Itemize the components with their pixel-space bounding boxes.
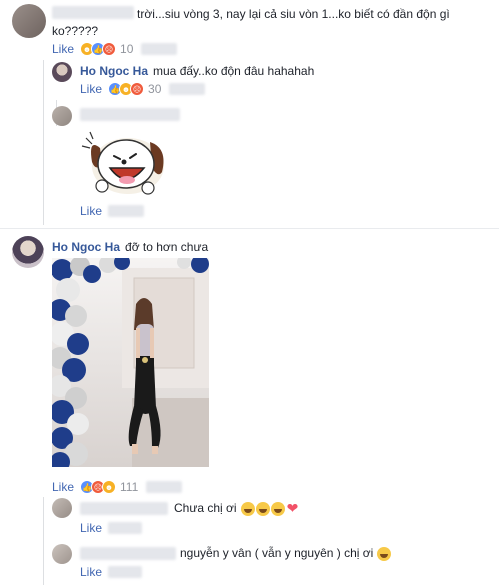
comment-actions: Like	[80, 564, 143, 580]
like-button[interactable]: Like	[52, 480, 74, 494]
redacted-time	[108, 566, 143, 578]
reply-thread-line	[43, 60, 44, 225]
comment-actions: Like	[80, 203, 145, 219]
angry-icon: ☹	[102, 42, 117, 56]
comment-actions: Like 👍 ☹ ☻ 111	[52, 479, 183, 495]
reply-body: Chưa chị ơi ❤	[174, 501, 298, 516]
reply-body: Ho Ngoc Ha mua đấy..ko độn đâu hahahah	[80, 64, 314, 79]
reply-body: nguyễn y vân ( vẫn y nguyên ) chị ơi	[180, 546, 392, 561]
redacted-name	[80, 108, 180, 121]
reaction-count: 10	[120, 42, 134, 56]
redacted-name	[80, 547, 176, 560]
redacted-time	[146, 481, 183, 493]
author-name[interactable]: Ho Ngoc Ha	[52, 240, 120, 254]
redacted-time	[108, 522, 143, 534]
avatar[interactable]	[12, 236, 44, 268]
laughing-dog-sticker	[78, 128, 170, 200]
comment-text: mua đấy..ko độn đâu hahahah	[153, 64, 315, 78]
laughing-tears-emoji	[377, 546, 392, 561]
comment-text: nguyễn y vân ( vẫn y nguyên ) chị ơi	[180, 546, 374, 560]
reaction-count: 111	[120, 480, 139, 494]
avatar[interactable]	[52, 62, 72, 82]
redacted-name	[80, 502, 168, 515]
comment-photo[interactable]	[52, 258, 209, 467]
reaction-count: 30	[148, 82, 162, 96]
comment-text-line2: ko?????	[52, 24, 99, 38]
author-name[interactable]: Ho Ngoc Ha	[80, 64, 148, 78]
comment-body: Ho Ngoc Ha đỡ to hơn chưa	[52, 240, 208, 255]
reaction-summary[interactable]: 👍 ☹ ☻	[80, 480, 117, 494]
heart-emoji: ❤	[286, 500, 299, 516]
comment-actions: Like ☻ 👍 ☹ 10	[52, 41, 178, 57]
avatar[interactable]	[52, 106, 72, 126]
comment-actions: Like	[80, 520, 143, 536]
avatar[interactable]	[52, 498, 72, 518]
like-button[interactable]: Like	[80, 204, 102, 218]
like-button[interactable]: Like	[52, 42, 74, 56]
laughing-tears-emoji	[255, 501, 270, 516]
comment-text: đỡ to hơn chưa	[125, 240, 209, 254]
reply-thread-line	[43, 497, 44, 585]
haha-icon: ☻	[102, 480, 117, 494]
redacted-name	[52, 6, 134, 19]
comment-text: Chưa chị ơi	[174, 501, 237, 515]
redacted-time	[141, 43, 178, 55]
divider	[0, 228, 499, 229]
reaction-summary[interactable]: ☻ 👍 ☹	[80, 42, 117, 56]
like-button[interactable]: Like	[80, 82, 102, 96]
reaction-summary[interactable]: 👍 ☻ ☹	[108, 82, 145, 96]
avatar[interactable]	[12, 4, 46, 38]
comment-text: trời...siu vòng 3, nay lại cả siu vòn 1.…	[137, 7, 450, 21]
avatar[interactable]	[52, 544, 72, 564]
laughing-tears-emoji	[240, 501, 255, 516]
angry-icon: ☹	[130, 82, 145, 96]
comment-actions: Like 👍 ☻ ☹ 30	[80, 81, 206, 97]
laughing-tears-emoji	[270, 501, 285, 516]
redacted-time	[108, 205, 145, 217]
redacted-time	[169, 83, 206, 95]
like-button[interactable]: Like	[80, 565, 102, 579]
like-button[interactable]: Like	[80, 521, 102, 535]
